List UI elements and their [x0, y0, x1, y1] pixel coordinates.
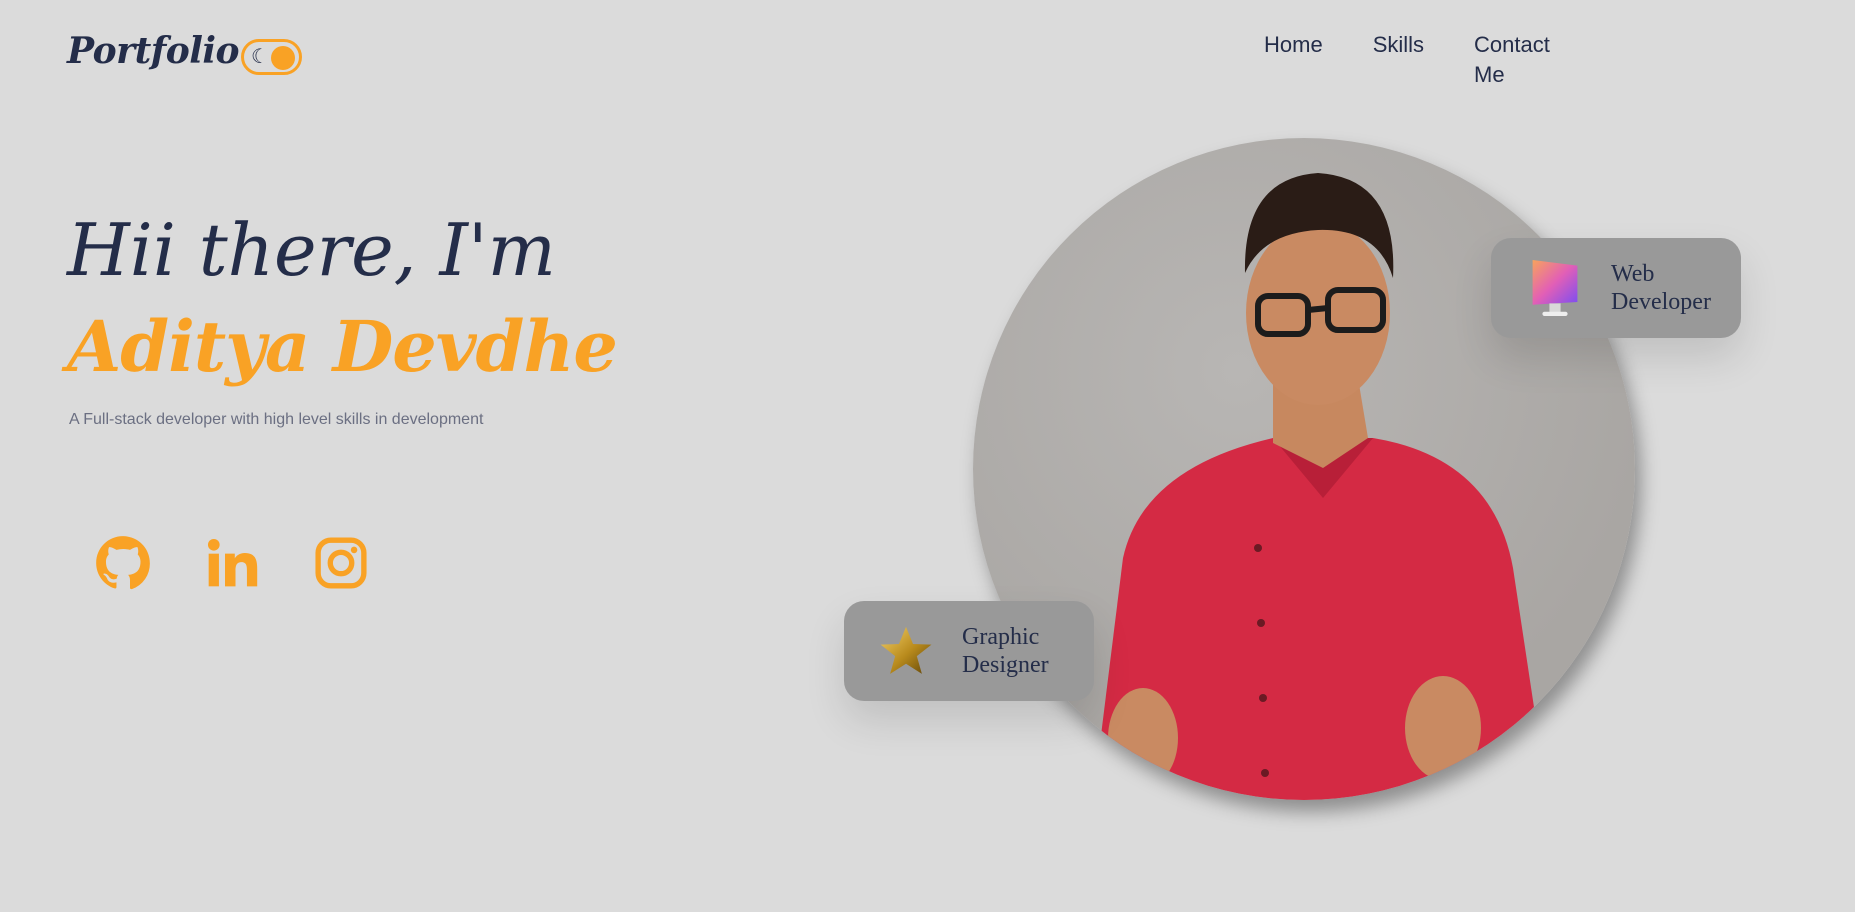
web-developer-badge: Web Developer	[1491, 238, 1741, 338]
tagline: A Full-stack developer with high level s…	[69, 411, 484, 428]
nav-contact-me[interactable]: Contact Me	[1474, 30, 1570, 90]
graphic-designer-badge: Graphic Designer	[844, 601, 1094, 701]
web-badge-line1: Web	[1611, 261, 1655, 287]
linkedin-icon[interactable]	[204, 535, 260, 591]
theme-toggle[interactable]: ☾	[241, 39, 302, 75]
main-nav: Home Skills Contact Me	[1264, 30, 1620, 90]
social-links	[95, 535, 422, 591]
star-icon	[880, 626, 932, 674]
nav-home[interactable]: Home	[1264, 30, 1323, 90]
instagram-icon[interactable]	[313, 535, 369, 591]
web-badge-line2: Developer	[1611, 289, 1711, 315]
name-heading: Aditya Devdhe	[67, 305, 618, 388]
graphic-badge-line2: Designer	[962, 652, 1049, 678]
graphic-badge-line1: Graphic	[962, 624, 1040, 650]
logo[interactable]: Portfolio	[67, 30, 240, 72]
monitor-icon	[1532, 260, 1578, 316]
nav-skills[interactable]: Skills	[1373, 30, 1424, 90]
moon-icon: ☾	[251, 46, 269, 68]
github-icon[interactable]	[95, 535, 151, 591]
greeting-heading: Hii there, I'm	[67, 208, 556, 292]
toggle-knob	[271, 46, 295, 70]
portfolio-page: Portfolio ☾ Home Skills Contact Me Hii t…	[0, 0, 1855, 912]
